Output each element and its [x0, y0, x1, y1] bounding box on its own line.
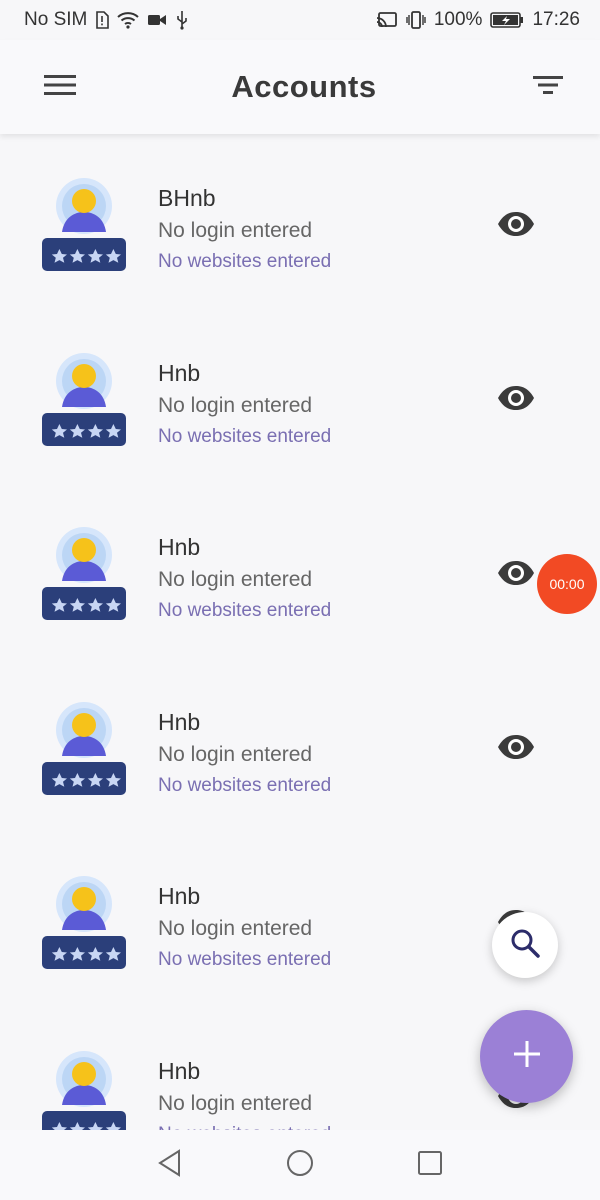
show-password-button[interactable] [496, 735, 536, 765]
account-login: No login entered [158, 393, 313, 417]
eye-icon [496, 384, 536, 417]
page-title: Accounts [231, 69, 377, 104]
account-websites: No websites entered [158, 1123, 331, 1131]
account-avatar-icon [40, 176, 128, 276]
system-nav-bar [0, 1130, 600, 1200]
account-websites: No websites entered [158, 949, 332, 970]
account-login: No login entered [158, 917, 313, 940]
search-button[interactable] [492, 912, 558, 978]
show-password-button[interactable] [496, 211, 536, 241]
video-camera-icon [147, 13, 167, 27]
battery-charging-icon [490, 12, 524, 28]
account-text: Hnb No login entered No websites entered [158, 1057, 331, 1131]
account-row[interactable]: Hnb No login entered No websites entered [0, 483, 600, 658]
account-row[interactable]: Hnb No login entered No websites entered [0, 309, 600, 484]
menu-button[interactable] [42, 69, 78, 105]
usb-icon [175, 10, 189, 30]
account-row[interactable]: Hnb No login entered No websites entered [0, 658, 600, 833]
account-list: BHnb No login entered No websites entere… [0, 134, 600, 1130]
add-account-button[interactable] [480, 1010, 573, 1103]
sim-alert-icon [95, 11, 110, 29]
plus-icon [512, 1039, 542, 1074]
show-password-button[interactable] [496, 386, 536, 416]
account-websites: No websites entered [158, 251, 332, 272]
filter-button[interactable] [530, 69, 566, 105]
account-name: Hnb [158, 1057, 201, 1084]
account-text: Hnb No login entered No websites entered [158, 359, 331, 449]
account-avatar-icon [40, 1049, 128, 1130]
account-avatar-icon [40, 700, 128, 800]
clock-text: 17:26 [532, 9, 580, 30]
app-bar: Accounts [0, 40, 600, 134]
show-password-button[interactable] [496, 560, 536, 590]
menu-icon [43, 73, 77, 102]
nav-recents-button[interactable] [410, 1145, 450, 1185]
account-websites: No websites entered [158, 600, 332, 621]
recording-timer-badge[interactable]: 00:00 [537, 554, 597, 614]
nav-home-button[interactable] [280, 1145, 320, 1185]
account-name: Hnb [158, 534, 201, 560]
account-websites: No websites entered [158, 774, 332, 796]
account-websites: No websites entered [158, 425, 332, 447]
account-login: No login entered [158, 1091, 313, 1115]
account-text: Hnb No login entered No websites entered [158, 882, 331, 972]
eye-icon [496, 733, 536, 766]
recents-icon [416, 1149, 444, 1182]
account-login: No login entered [158, 742, 313, 766]
account-text: Hnb No login entered No websites entered [158, 708, 331, 798]
home-icon [285, 1148, 315, 1183]
account-login: No login entered [158, 568, 313, 591]
back-icon [156, 1148, 184, 1183]
wifi-icon [117, 11, 140, 29]
nav-back-button[interactable] [150, 1145, 190, 1185]
account-text: Hnb No login entered No websites entered [158, 533, 331, 623]
search-icon [509, 927, 541, 964]
account-avatar-icon [40, 351, 128, 451]
account-avatar-icon [40, 874, 128, 974]
filter-icon [532, 73, 564, 102]
account-name: Hnb [158, 359, 201, 386]
battery-text: 100% [433, 9, 483, 30]
cast-icon [376, 11, 398, 29]
carrier-text: No SIM [24, 9, 88, 30]
account-text: BHnb No login entered No websites entere… [158, 184, 331, 274]
eye-icon [496, 210, 536, 243]
status-right: 100% 17:26 [376, 9, 580, 31]
vibrate-icon [406, 11, 426, 29]
account-name: Hnb [158, 883, 201, 909]
account-name: BHnb [158, 185, 216, 211]
status-bar: No SIM 100% 17:26 [0, 0, 600, 40]
account-avatar-icon [40, 525, 128, 625]
account-name: Hnb [158, 708, 201, 735]
status-left: No SIM [24, 9, 189, 31]
account-row[interactable]: BHnb No login entered No websites entere… [0, 134, 600, 309]
eye-icon [496, 559, 536, 592]
account-login: No login entered [158, 219, 313, 242]
